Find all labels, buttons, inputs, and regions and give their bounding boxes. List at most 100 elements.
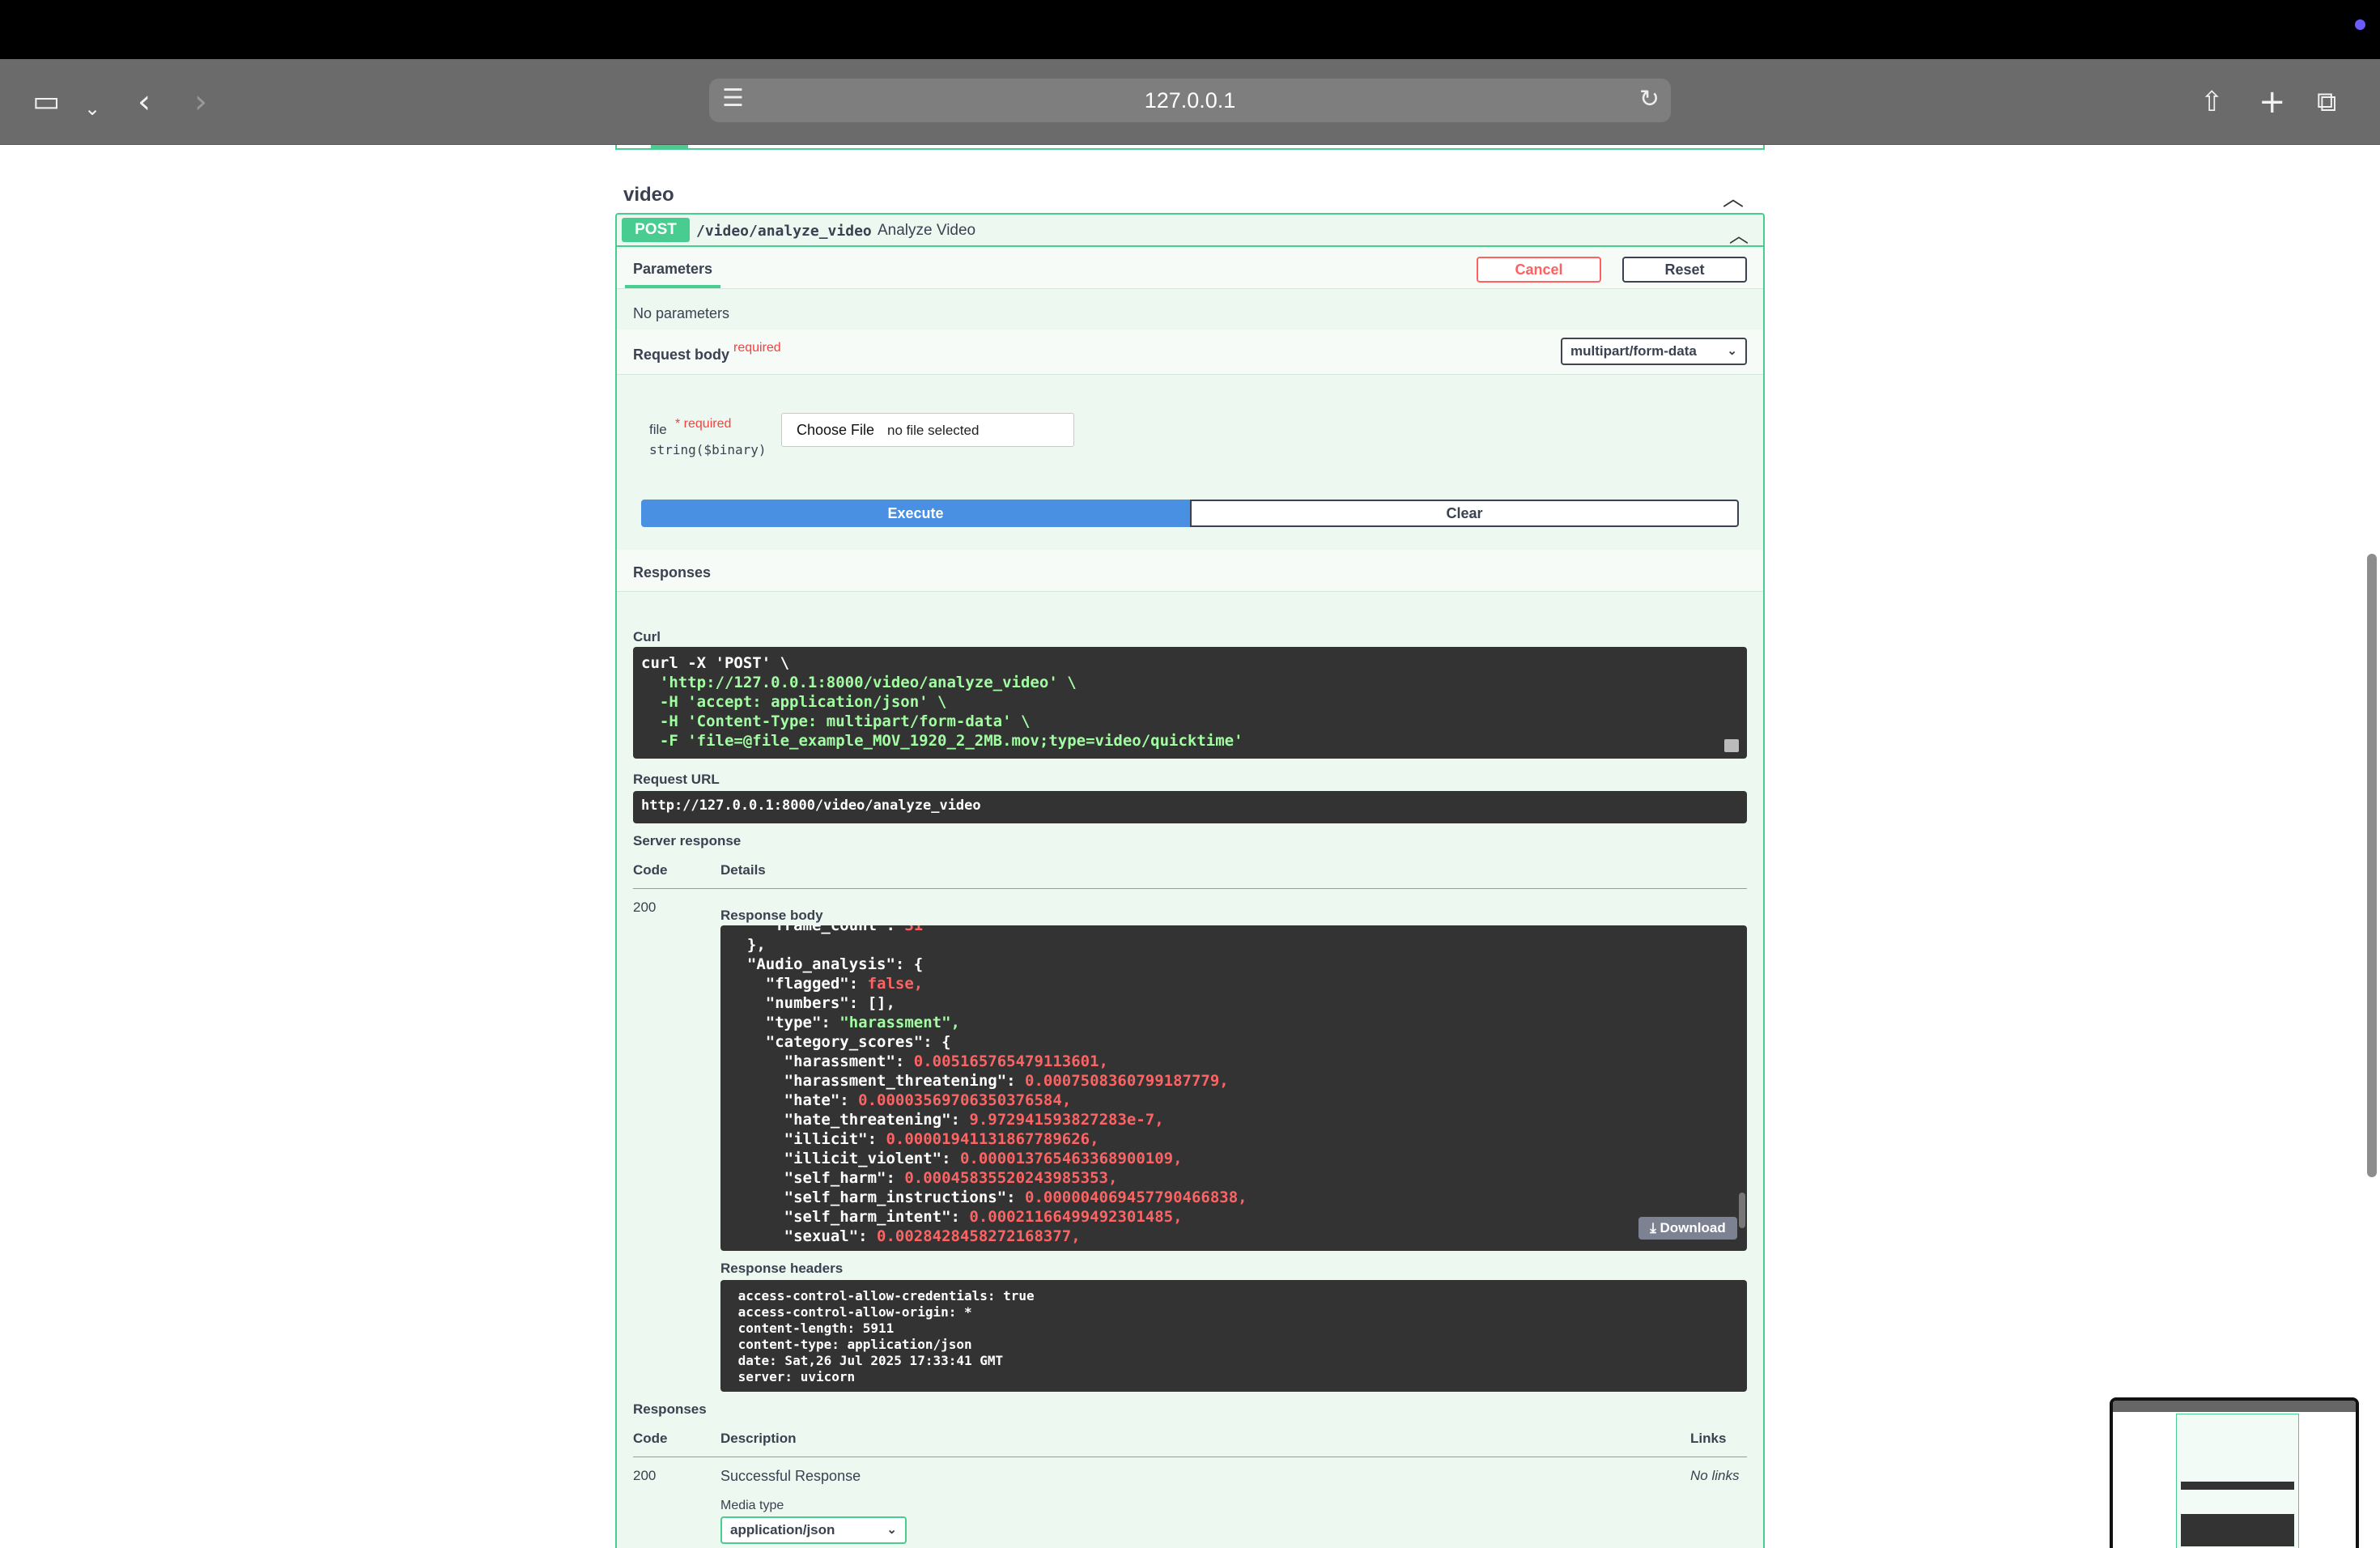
choose-file-button[interactable]: Choose File: [797, 422, 874, 439]
parameters-tab-label: Parameters: [633, 261, 713, 277]
back-icon[interactable]: ‹: [138, 83, 151, 121]
request-body-bar: Request body required multipart/form-dat…: [617, 330, 1763, 375]
response-body-line: },: [729, 936, 766, 954]
tag-name: video: [623, 184, 674, 206]
responses-col-links: Links: [1690, 1431, 1727, 1446]
response-header-line: access-control-allow-credentials: true: [730, 1288, 1043, 1303]
reset-button[interactable]: Reset: [1622, 257, 1747, 283]
swagger-page: video ︿ POST /video/analyze_video Analyz…: [0, 145, 2380, 1548]
media-type-select[interactable]: application/json ⌄: [720, 1516, 907, 1544]
responses-bar: Responses: [617, 550, 1763, 592]
server-col-code: Code: [633, 862, 668, 878]
chevron-up-icon[interactable]: ︿: [1723, 182, 1744, 212]
response-body-line: "harassment_threatening": 0.000750836079…: [729, 1072, 1229, 1090]
responses-col-code: Code: [633, 1431, 668, 1446]
response-description: Successful Response: [720, 1468, 861, 1484]
operation-summary: Analyze Video: [878, 222, 976, 239]
response-body-line: "sexual": 0.0028428458272168377,: [729, 1227, 1081, 1245]
forward-icon[interactable]: ›: [194, 83, 207, 121]
response-body-line: "flagged": false,: [729, 975, 924, 993]
parameters-bar: Parameters Cancel Reset: [617, 249, 1763, 289]
tabs-overview-icon[interactable]: ⧉: [2317, 83, 2336, 121]
response-headers-label: Response headers: [720, 1261, 844, 1276]
operation-block: POST /video/analyze_video Analyze Video …: [615, 213, 1765, 1548]
media-type-value: application/json: [730, 1522, 835, 1537]
response-body-line: "hate_threatening": 9.972941593827283e-7…: [729, 1111, 1164, 1129]
system-top-bar: [0, 0, 2380, 59]
cancel-button[interactable]: Cancel: [1477, 257, 1601, 283]
content-type-select[interactable]: multipart/form-data ⌄: [1561, 338, 1747, 365]
sidebar-icon[interactable]: ▭: [32, 83, 60, 121]
share-icon[interactable]: ⇧: [2200, 83, 2224, 121]
screenshot-thumbnail[interactable]: [2110, 1397, 2359, 1548]
media-type-label: Media type: [720, 1499, 784, 1512]
response-header-line: access-control-allow-origin: *: [730, 1304, 980, 1320]
curl-label: Curl: [633, 629, 661, 644]
response-body-line: "self_harm_instructions": 0.000004069457…: [729, 1189, 1247, 1206]
no-parameters-text: No parameters: [633, 305, 730, 321]
curl-line: -H 'accept: application/json' \: [641, 693, 947, 711]
response-header-line: content-type: application/json: [730, 1337, 980, 1352]
curl-line: 'http://127.0.0.1:8000/video/analyze_vid…: [641, 674, 1077, 691]
file-field-type: string($binary): [649, 442, 767, 457]
responses-label: Responses: [633, 1401, 707, 1417]
responses-col-description: Description: [720, 1431, 797, 1446]
previous-operation-edge: [615, 145, 1765, 150]
curl-line: curl -X 'POST' \: [641, 654, 790, 672]
response-header-line: content-length: 5911: [730, 1320, 902, 1336]
request-body-required: required: [733, 341, 781, 355]
operation-header[interactable]: POST /video/analyze_video Analyze Video …: [617, 215, 1763, 247]
response-body-line: "type": "harassment",: [729, 1014, 960, 1031]
tab-parameters[interactable]: Parameters: [625, 249, 720, 288]
response-body-line: "self_harm": 0.00045835520243985353,: [729, 1169, 1118, 1187]
chevron-down-icon: ⌄: [1727, 344, 1737, 358]
response-body-line: "hate": 0.00003569706350376584,: [729, 1091, 1072, 1109]
response-body-line: "Audio_analysis": {: [729, 955, 924, 973]
server-response-code: 200: [633, 899, 657, 915]
curl-line: -F 'file=@file_example_MOV_1920_2_2MB.mo…: [641, 732, 1243, 750]
request-url-label: Request URL: [633, 772, 720, 787]
request-url-block[interactable]: http://127.0.0.1:8000/video/analyze_vide…: [633, 791, 1747, 823]
chevron-up-icon[interactable]: ︿: [1729, 219, 1749, 248]
file-status: no file selected: [887, 423, 980, 438]
page-scrollbar[interactable]: [2367, 554, 2377, 1177]
tag-section-header[interactable]: video ︿: [622, 159, 1763, 218]
response-body-line: "frame_count": 31: [729, 925, 924, 934]
response-code: 200: [633, 1468, 657, 1483]
content-type-value: multipart/form-data: [1570, 343, 1697, 359]
response-body-block[interactable]: "frame_count": 31 }, "Audio_analysis": {…: [720, 925, 1747, 1251]
server-response-label: Server response: [633, 833, 742, 848]
chevron-down-icon: ⌄: [886, 1523, 897, 1537]
response-body-line: "category_scores": {: [729, 1033, 951, 1051]
new-tab-icon[interactable]: +: [2259, 83, 2286, 121]
response-headers-block[interactable]: access-control-allow-credentials: true a…: [720, 1280, 1747, 1392]
curl-code-block[interactable]: curl -X 'POST' \ 'http://127.0.0.1:8000/…: [633, 647, 1747, 759]
status-dot-icon: [2355, 19, 2365, 30]
response-body-line: "numbers": [],: [729, 994, 895, 1012]
file-field-name: file: [649, 422, 667, 437]
divider: [633, 888, 1747, 889]
download-button[interactable]: ⤓ Download: [1638, 1217, 1737, 1240]
browser-toolbar: ▭ ⌄ ‹ › ☰ 127.0.0.1 ↻ ⇧ + ⧉: [0, 59, 2380, 145]
copy-icon[interactable]: [1724, 739, 1739, 752]
execute-button[interactable]: Execute: [641, 500, 1190, 527]
curl-line: -H 'Content-Type: multipart/form-data' \: [641, 712, 1031, 730]
response-body-scrollbar[interactable]: [1739, 1193, 1745, 1228]
response-body-label: Response body: [720, 908, 823, 923]
download-icon: ⤓: [1650, 1220, 1660, 1235]
response-body-line: "harassment": 0.005165765479113601,: [729, 1053, 1108, 1070]
address-bar[interactable]: ☰ 127.0.0.1 ↻: [709, 79, 1671, 122]
responses-title: Responses: [633, 564, 712, 580]
clear-button[interactable]: Clear: [1190, 500, 1739, 527]
file-input[interactable]: Choose File no file selected: [781, 413, 1074, 447]
chevron-down-icon[interactable]: ⌄: [84, 90, 100, 127]
request-body-title: Request body: [633, 347, 730, 363]
url-text: 127.0.0.1: [1144, 88, 1236, 113]
file-field-required: * required: [675, 417, 732, 431]
response-links: No links: [1690, 1468, 1740, 1483]
response-header-line: server: uvicorn: [730, 1369, 863, 1384]
reload-icon[interactable]: ↻: [1639, 85, 1660, 113]
server-col-details: Details: [720, 862, 766, 878]
operation-path: /video/analyze_video: [696, 223, 872, 240]
download-label: Download: [1660, 1220, 1726, 1235]
